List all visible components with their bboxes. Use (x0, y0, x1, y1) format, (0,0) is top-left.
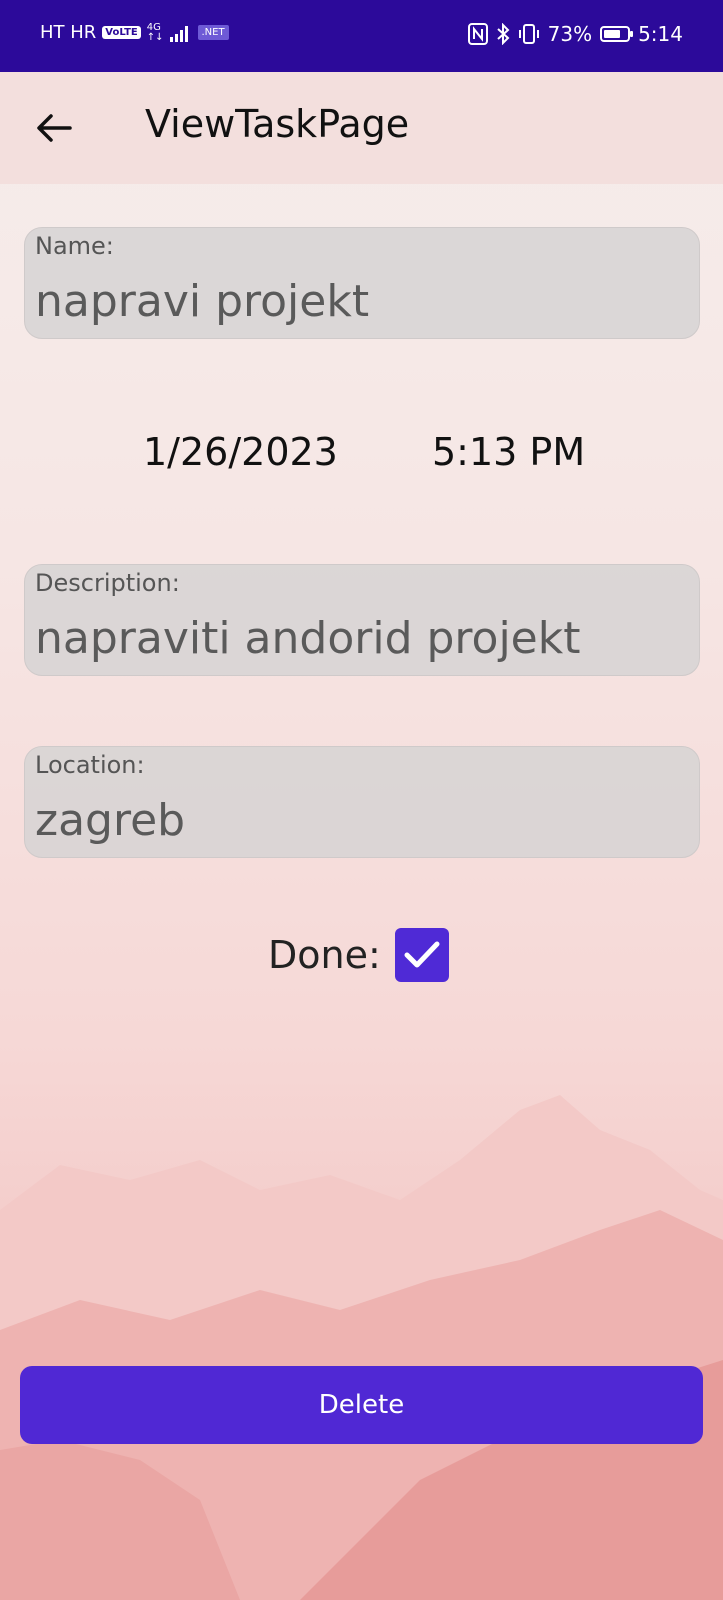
status-bar: HT HR VoLTE 4G ↑↓ .NET 73% 5:14 (0, 0, 723, 72)
bluetooth-icon (496, 23, 510, 45)
time-picker[interactable]: 5:13 PM (432, 430, 585, 474)
status-bar-right: 73% 5:14 (467, 22, 683, 46)
nfc-icon (467, 23, 488, 45)
network-type-label: 4G (146, 21, 161, 33)
name-field[interactable]: Name: napravi projekt (24, 227, 700, 339)
page-title: ViewTaskPage (145, 102, 410, 146)
description-field-value[interactable]: napraviti andorid projekt (35, 613, 581, 664)
clock: 5:14 (638, 22, 683, 46)
delete-button[interactable]: Delete (20, 1366, 703, 1444)
battery-percent: 73% (547, 22, 593, 46)
done-row: Done: (268, 928, 449, 982)
location-field-label: Location: (35, 751, 145, 779)
location-field[interactable]: Location: zagreb (24, 746, 700, 858)
done-label: Done: (268, 933, 381, 977)
status-bar-left: HT HR VoLTE 4G ↑↓ .NET (40, 22, 229, 43)
description-field[interactable]: Description: napraviti andorid projekt (24, 564, 700, 676)
name-field-value[interactable]: napravi projekt (35, 276, 369, 327)
volte-badge: VoLTE (102, 26, 141, 39)
name-field-label: Name: (35, 232, 114, 260)
signal-icon (169, 25, 188, 42)
back-button[interactable] (32, 106, 76, 150)
carrier-label: HT HR (40, 22, 97, 43)
dotnet-badge: .NET (197, 25, 229, 40)
network-type: 4G ↑↓ (146, 21, 164, 43)
battery-level (604, 30, 621, 38)
location-field-value[interactable]: zagreb (35, 795, 185, 846)
back-arrow-icon (37, 114, 72, 142)
done-checkbox[interactable] (394, 928, 449, 982)
app-bar: ViewTaskPage (0, 72, 723, 184)
checkmark-icon (404, 941, 440, 968)
vibrate-icon (518, 24, 539, 44)
network-arrows: ↑↓ (146, 31, 164, 43)
description-field-label: Description: (35, 569, 180, 597)
date-picker[interactable]: 1/26/2023 (143, 430, 338, 474)
battery-icon (600, 26, 634, 42)
